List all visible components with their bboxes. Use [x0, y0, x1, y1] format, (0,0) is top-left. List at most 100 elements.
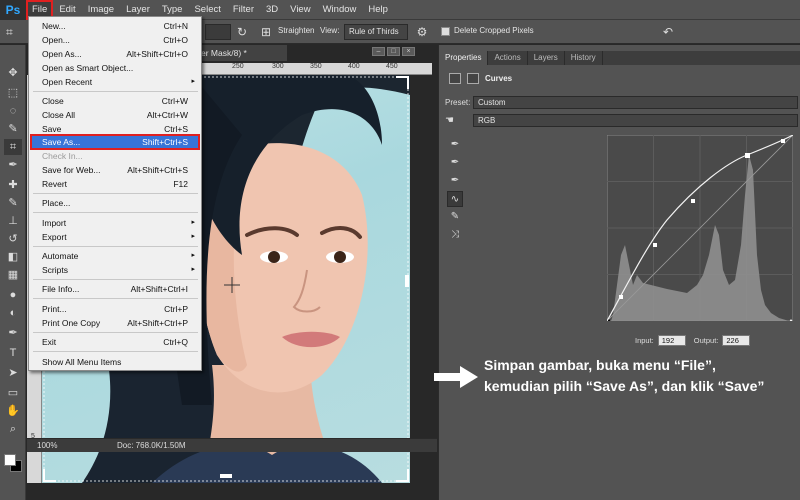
output-field[interactable]: 226	[722, 335, 751, 346]
menu-item-exit[interactable]: Exit Ctrl+Q	[31, 335, 199, 349]
menu-item-close-all[interactable]: Close All Alt+Ctrl+W	[31, 108, 199, 122]
curve-tools: ✒ ✒ ✒ ∿ ✎ ⤨	[447, 137, 465, 245]
menu-item-label: Check In...	[42, 151, 83, 161]
menu-item-open-as[interactable]: Open As... Alt+Shift+Ctrl+O	[31, 47, 199, 61]
eyedropper-icon[interactable]: ✒	[4, 157, 22, 173]
menu-item-save-for-web[interactable]: Save for Web... Alt+Shift+Ctrl+S	[31, 163, 199, 177]
preset-select[interactable]: Custom	[473, 95, 798, 109]
hand-adjust-icon[interactable]: ☚	[445, 115, 473, 126]
straighten-label[interactable]: Straighten	[278, 26, 314, 35]
view-select[interactable]: Rule of Thirds	[344, 24, 408, 40]
white-point-eyedropper-icon[interactable]: ✒	[447, 173, 463, 189]
minimize-button[interactable]: –	[372, 47, 385, 56]
foreground-color-swatch[interactable]	[4, 454, 16, 466]
type-tool-icon[interactable]: T	[4, 345, 22, 361]
straighten-icon[interactable]: ⊞	[258, 24, 274, 40]
menu-item-new[interactable]: New... Ctrl+N	[31, 19, 199, 33]
ratio-field[interactable]	[205, 24, 231, 40]
restore-button[interactable]: □	[387, 47, 400, 56]
curve-edit-icon[interactable]: ∿	[447, 191, 463, 207]
stamp-icon[interactable]: ⊥	[4, 213, 22, 229]
menu-item-label: Automate	[42, 251, 79, 261]
shortcut: Alt+Shift+Ctrl+I	[130, 284, 188, 294]
menu-filter[interactable]: Filter	[227, 0, 260, 20]
panel-tabs: Properties Actions Layers History	[439, 51, 800, 65]
menu-view[interactable]: View	[284, 0, 316, 20]
pen-tool-icon[interactable]: ✒	[4, 325, 22, 341]
menu-item-open-smart-object[interactable]: Open as Smart Object...	[31, 61, 199, 75]
menu-item-scripts[interactable]: Scripts ▸	[31, 263, 199, 277]
menu-item-close[interactable]: Close Ctrl+W	[31, 94, 199, 108]
healing-brush-icon[interactable]: ✚	[4, 177, 22, 193]
channel-select[interactable]: RGB	[473, 113, 798, 127]
marquee-tool-icon[interactable]: ⬚	[4, 85, 22, 101]
menu-item-label: Save As...	[42, 137, 81, 147]
shortcut: Ctrl+O	[163, 35, 188, 45]
tab-history[interactable]: History	[565, 51, 603, 65]
menu-item-label: Print...	[42, 304, 67, 314]
menu-item-label: Save	[42, 124, 62, 134]
crop-tool-icon[interactable]: ⌗	[4, 139, 22, 155]
menu-separator	[33, 332, 198, 333]
black-point-eyedropper-icon[interactable]: ✒	[447, 137, 463, 153]
blur-icon[interactable]: ●	[4, 287, 22, 303]
gear-icon[interactable]: ⚙	[414, 24, 430, 40]
menu-item-open-recent[interactable]: Open Recent ▸	[31, 75, 199, 89]
eraser-icon[interactable]: ◧	[4, 249, 22, 265]
menu-item-show-all[interactable]: Show All Menu Items	[31, 355, 199, 369]
menu-item-automate[interactable]: Automate ▸	[31, 249, 199, 263]
menu-item-import[interactable]: Import ▸	[31, 216, 199, 230]
menu-item-print[interactable]: Print... Ctrl+P	[31, 302, 199, 316]
menu-item-label: Scripts	[42, 265, 68, 275]
path-select-icon[interactable]: ➤	[4, 365, 22, 381]
lasso-tool-icon[interactable]: ◌	[4, 103, 22, 119]
menu-item-save[interactable]: Save Ctrl+S	[31, 122, 199, 136]
move-tool-icon[interactable]: ✥	[4, 65, 22, 81]
close-button[interactable]: ×	[402, 47, 415, 56]
gradient-icon[interactable]: ▦	[4, 267, 22, 283]
quick-select-icon[interactable]: ✎	[4, 121, 22, 137]
input-field[interactable]: 192	[657, 335, 686, 346]
submenu-arrow-icon: ▸	[191, 78, 195, 85]
dodge-icon[interactable]: ◐	[4, 305, 22, 321]
shortcut: Shift+Ctrl+S	[142, 137, 188, 147]
shortcut: Alt+Shift+Ctrl+O	[126, 49, 188, 59]
tab-layers[interactable]: Layers	[528, 51, 565, 65]
menu-item-print-one-copy[interactable]: Print One Copy Alt+Shift+Ctrl+P	[31, 316, 199, 330]
curves-graph[interactable]	[607, 135, 793, 321]
menu-item-label: File Info...	[42, 284, 80, 294]
document-tab[interactable]: er Mask/8) *	[197, 45, 287, 61]
history-brush-icon[interactable]: ↺	[4, 231, 22, 247]
mask-icon	[467, 72, 479, 84]
crop-tool-icon[interactable]: ⌗	[6, 25, 20, 39]
menu-help[interactable]: Help	[362, 0, 394, 20]
gray-point-eyedropper-icon[interactable]: ✒	[447, 155, 463, 171]
menu-item-revert[interactable]: Revert F12	[31, 177, 199, 191]
output-label: Output:	[693, 336, 719, 345]
menu-3d[interactable]: 3D	[260, 0, 284, 20]
delete-cropped-checkbox[interactable]	[441, 27, 450, 36]
menu-item-export[interactable]: Export ▸	[31, 230, 199, 244]
zoom-level[interactable]: 100%	[27, 441, 77, 450]
brush-icon[interactable]: ✎	[4, 195, 22, 211]
menu-item-save-as[interactable]: Save As... Shift+Ctrl+S	[30, 134, 200, 150]
window-controls: – □ ×	[372, 47, 422, 57]
menu-window[interactable]: Window	[317, 0, 363, 20]
menu-item-label: Close	[42, 96, 64, 106]
submenu-arrow-icon: ▸	[191, 233, 195, 240]
menu-item-place[interactable]: Place...	[31, 196, 199, 210]
ps-logo: Ps	[0, 0, 26, 20]
tab-actions[interactable]: Actions	[488, 51, 528, 65]
tab-properties[interactable]: Properties	[439, 51, 489, 65]
hand-tool-icon[interactable]: ✋	[4, 403, 22, 419]
menu-item-file-info[interactable]: File Info... Alt+Shift+Ctrl+I	[31, 282, 199, 296]
menu-item-open[interactable]: Open... Ctrl+O	[31, 33, 199, 47]
menu-item-label: Open as Smart Object...	[42, 63, 134, 73]
smooth-icon[interactable]: ⤨	[447, 227, 463, 243]
shape-tool-icon[interactable]: ▭	[4, 385, 22, 401]
pencil-icon[interactable]: ✎	[447, 209, 463, 225]
rotate-icon[interactable]: ↻	[234, 24, 250, 40]
undo-icon[interactable]: ↶	[660, 24, 676, 40]
zoom-tool-icon[interactable]: ⌕	[4, 421, 22, 437]
shortcut: Alt+Ctrl+W	[146, 110, 188, 120]
